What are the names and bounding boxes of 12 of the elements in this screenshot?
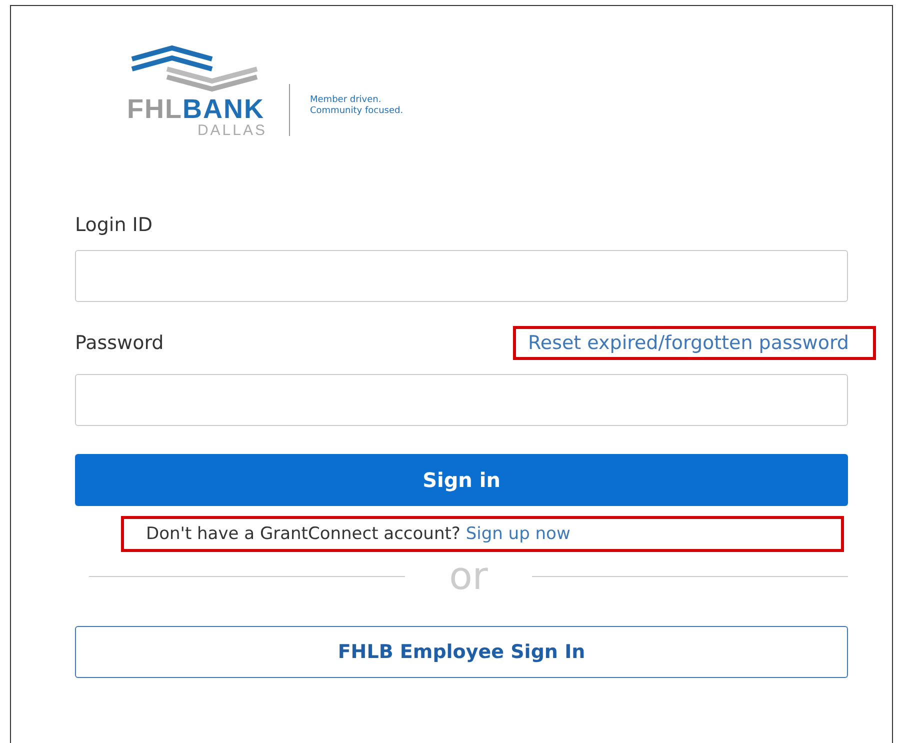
brand-name: FHLBANK (127, 94, 264, 122)
sign-in-button[interactable]: Sign in (75, 454, 848, 506)
signup-prompt: Don't have a GrantConnect account? (146, 524, 460, 544)
password-field[interactable] (75, 374, 848, 426)
login-id-field[interactable] (75, 250, 848, 302)
tagline: Member driven. Community focused. (310, 95, 404, 117)
brand-city: DALLAS (197, 122, 267, 138)
password-label: Password (75, 332, 164, 354)
login-id-label: Login ID (75, 214, 154, 238)
reset-password-link[interactable]: Reset expired/forgotten password (528, 332, 849, 354)
employee-sign-in-button[interactable]: FHLB Employee Sign In (75, 626, 848, 678)
sign-up-link[interactable]: Sign up now (466, 524, 570, 544)
